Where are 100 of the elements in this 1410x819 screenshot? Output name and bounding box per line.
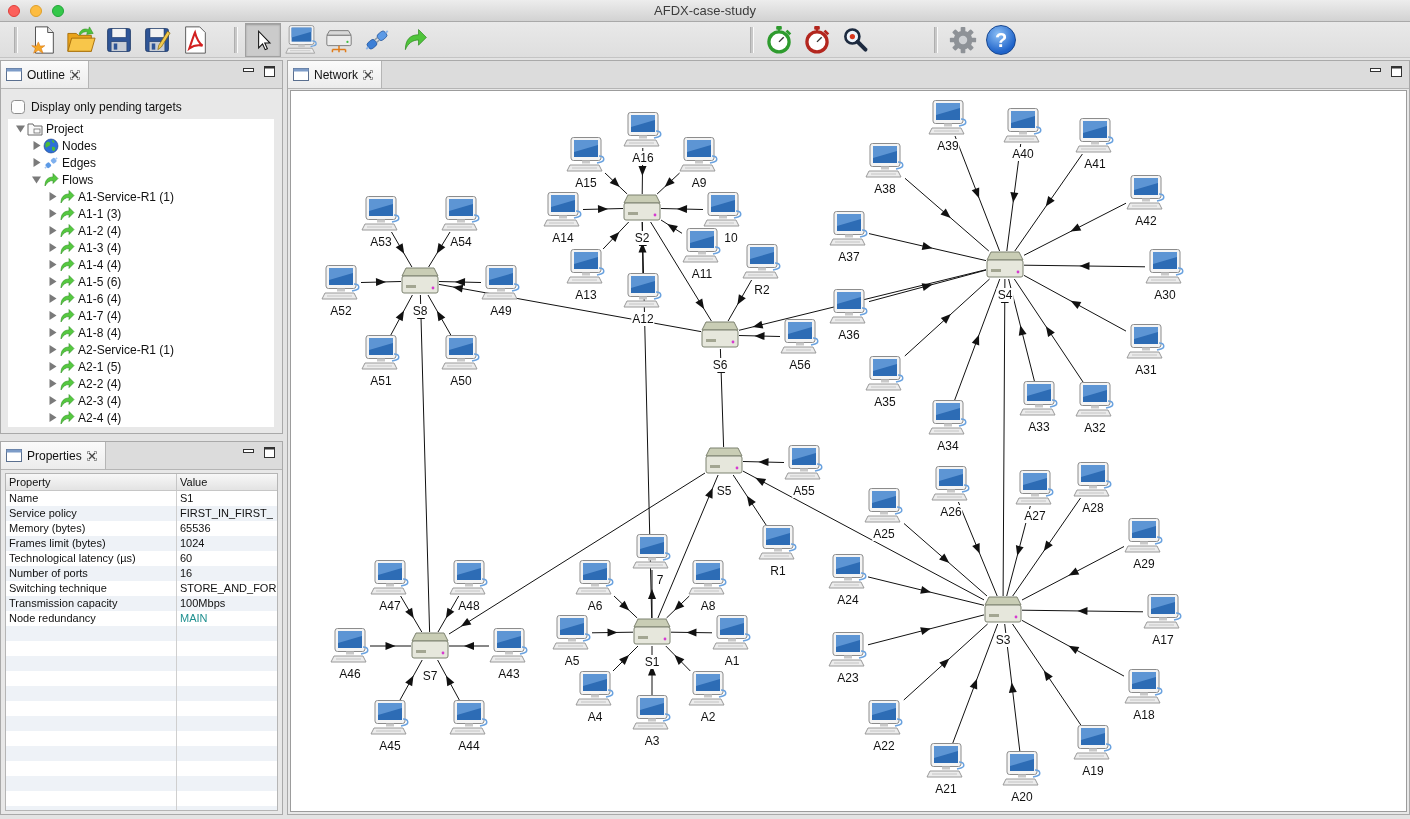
expander-icon[interactable] xyxy=(48,345,57,354)
select-tool-button[interactable] xyxy=(245,22,281,57)
tree-item[interactable]: A1-1 (3) xyxy=(77,206,122,221)
expander-icon[interactable] xyxy=(48,311,57,320)
tree-item[interactable]: A2-3 (4) xyxy=(77,393,122,408)
checkbox-label[interactable]: Display only pending targets xyxy=(31,100,182,114)
computer-icon xyxy=(1145,249,1185,285)
table-cell-text: 16 xyxy=(179,566,194,581)
close-icon[interactable] xyxy=(363,69,373,80)
zoom-window-icon[interactable] xyxy=(52,4,64,17)
view-tab[interactable]: Network xyxy=(288,61,382,88)
computer-icon xyxy=(481,265,521,301)
node-label: A20 xyxy=(1010,790,1034,804)
expander-icon[interactable] xyxy=(48,379,57,388)
expander-icon[interactable] xyxy=(48,226,57,235)
close-icon[interactable] xyxy=(86,450,97,461)
expander-icon[interactable] xyxy=(48,260,57,269)
tree-item[interactable]: A1-4 (4) xyxy=(77,257,122,272)
node-label: A34 xyxy=(936,439,960,453)
expander-icon[interactable] xyxy=(32,175,41,184)
curved-arrow-icon xyxy=(59,222,75,239)
node-label: R1 xyxy=(769,564,787,578)
tree-item[interactable]: A1-Service-R1 (1) xyxy=(77,189,175,204)
tree-item[interactable]: Flows xyxy=(61,172,94,187)
node-label: 10 xyxy=(723,231,739,245)
tree-item[interactable]: A1-2 (4) xyxy=(77,223,122,238)
switch-icon xyxy=(411,632,449,660)
close-icon[interactable] xyxy=(70,69,81,80)
expander-icon[interactable] xyxy=(48,192,57,201)
expander-icon[interactable] xyxy=(48,243,57,252)
maximize-icon[interactable] xyxy=(1391,66,1402,77)
expander-icon[interactable] xyxy=(48,277,57,286)
table-cell-text: Frames limit (bytes) xyxy=(8,536,107,551)
tree-item[interactable]: A2-4 (4) xyxy=(77,410,122,425)
table-cell-text: MAIN xyxy=(179,611,209,626)
switch-icon xyxy=(401,267,439,295)
tree-item[interactable]: A1-6 (4) xyxy=(77,291,122,306)
table-cell-text: Technological latency (µs) xyxy=(8,551,137,566)
curved-arrow-icon xyxy=(59,239,75,256)
curved-arrow-icon xyxy=(59,324,75,341)
node-label: A50 xyxy=(449,374,473,388)
expander-icon[interactable] xyxy=(48,328,57,337)
expander-icon[interactable] xyxy=(48,294,57,303)
node-label: A2 xyxy=(699,710,717,724)
node-label: A44 xyxy=(457,739,481,753)
window-icon xyxy=(6,449,22,462)
computer-icon xyxy=(1073,462,1113,498)
tree-item[interactable]: Nodes xyxy=(61,138,97,153)
tree-item[interactable]: A2-Service-R1 (1) xyxy=(77,342,175,357)
table-cell-text: Transmission capacity xyxy=(8,596,119,611)
maximize-icon[interactable] xyxy=(264,66,275,77)
expander-icon[interactable] xyxy=(48,362,57,371)
close-window-icon[interactable] xyxy=(8,4,20,17)
computer-icon xyxy=(623,112,663,148)
computer-icon xyxy=(1126,324,1166,360)
curved-arrow-icon xyxy=(59,290,75,307)
computer-icon xyxy=(543,192,583,228)
node-label: A32 xyxy=(1083,421,1107,435)
node-label: R2 xyxy=(753,283,771,297)
node-label: A41 xyxy=(1083,157,1107,171)
column-header[interactable]: Value xyxy=(176,474,277,490)
computer-icon xyxy=(632,695,672,731)
node-label: A52 xyxy=(329,304,353,318)
expander-icon[interactable] xyxy=(48,209,57,218)
node-label: A56 xyxy=(788,358,812,372)
expander-icon[interactable] xyxy=(48,413,57,422)
node-label: A15 xyxy=(574,176,598,190)
expander-icon[interactable] xyxy=(48,396,57,405)
node-label: A31 xyxy=(1134,363,1158,377)
column-header[interactable]: Property xyxy=(6,474,176,490)
tree-item[interactable]: A1-8 (4) xyxy=(77,325,122,340)
expander-icon[interactable] xyxy=(32,158,41,167)
node-label: A12 xyxy=(631,312,655,326)
add-computer-button[interactable] xyxy=(283,22,319,57)
computer-icon xyxy=(784,445,824,481)
tree-item[interactable]: A1-5 (6) xyxy=(77,274,122,289)
tree-item[interactable]: Project xyxy=(45,121,84,136)
node-label: A19 xyxy=(1081,764,1105,778)
tree-item[interactable]: A1-7 (4) xyxy=(77,308,122,323)
tree-item[interactable]: Edges xyxy=(61,155,97,170)
computer-icon xyxy=(552,615,592,651)
node-label: A4 xyxy=(586,710,604,724)
window-icon xyxy=(293,68,309,81)
computer-icon xyxy=(449,700,489,736)
expander-icon[interactable] xyxy=(16,124,25,133)
computer-icon xyxy=(330,628,370,664)
computer-icon xyxy=(1015,470,1055,506)
switch-icon xyxy=(984,596,1022,624)
node-label: S2 xyxy=(633,231,651,245)
computer-icon xyxy=(1143,594,1183,630)
tree-item[interactable]: A2-2 (4) xyxy=(77,376,122,391)
table-cell-text: Name xyxy=(8,491,40,506)
tree-item[interactable]: A1-3 (4) xyxy=(77,240,122,255)
view-tab[interactable]: Properties xyxy=(1,442,106,469)
tree-item[interactable]: A2-1 (5) xyxy=(77,359,122,374)
view-tab[interactable]: Outline xyxy=(1,61,90,88)
checkbox[interactable] xyxy=(11,100,25,114)
expander-icon[interactable] xyxy=(32,141,41,150)
maximize-icon[interactable] xyxy=(264,447,275,458)
node-label: A9 xyxy=(690,176,708,190)
